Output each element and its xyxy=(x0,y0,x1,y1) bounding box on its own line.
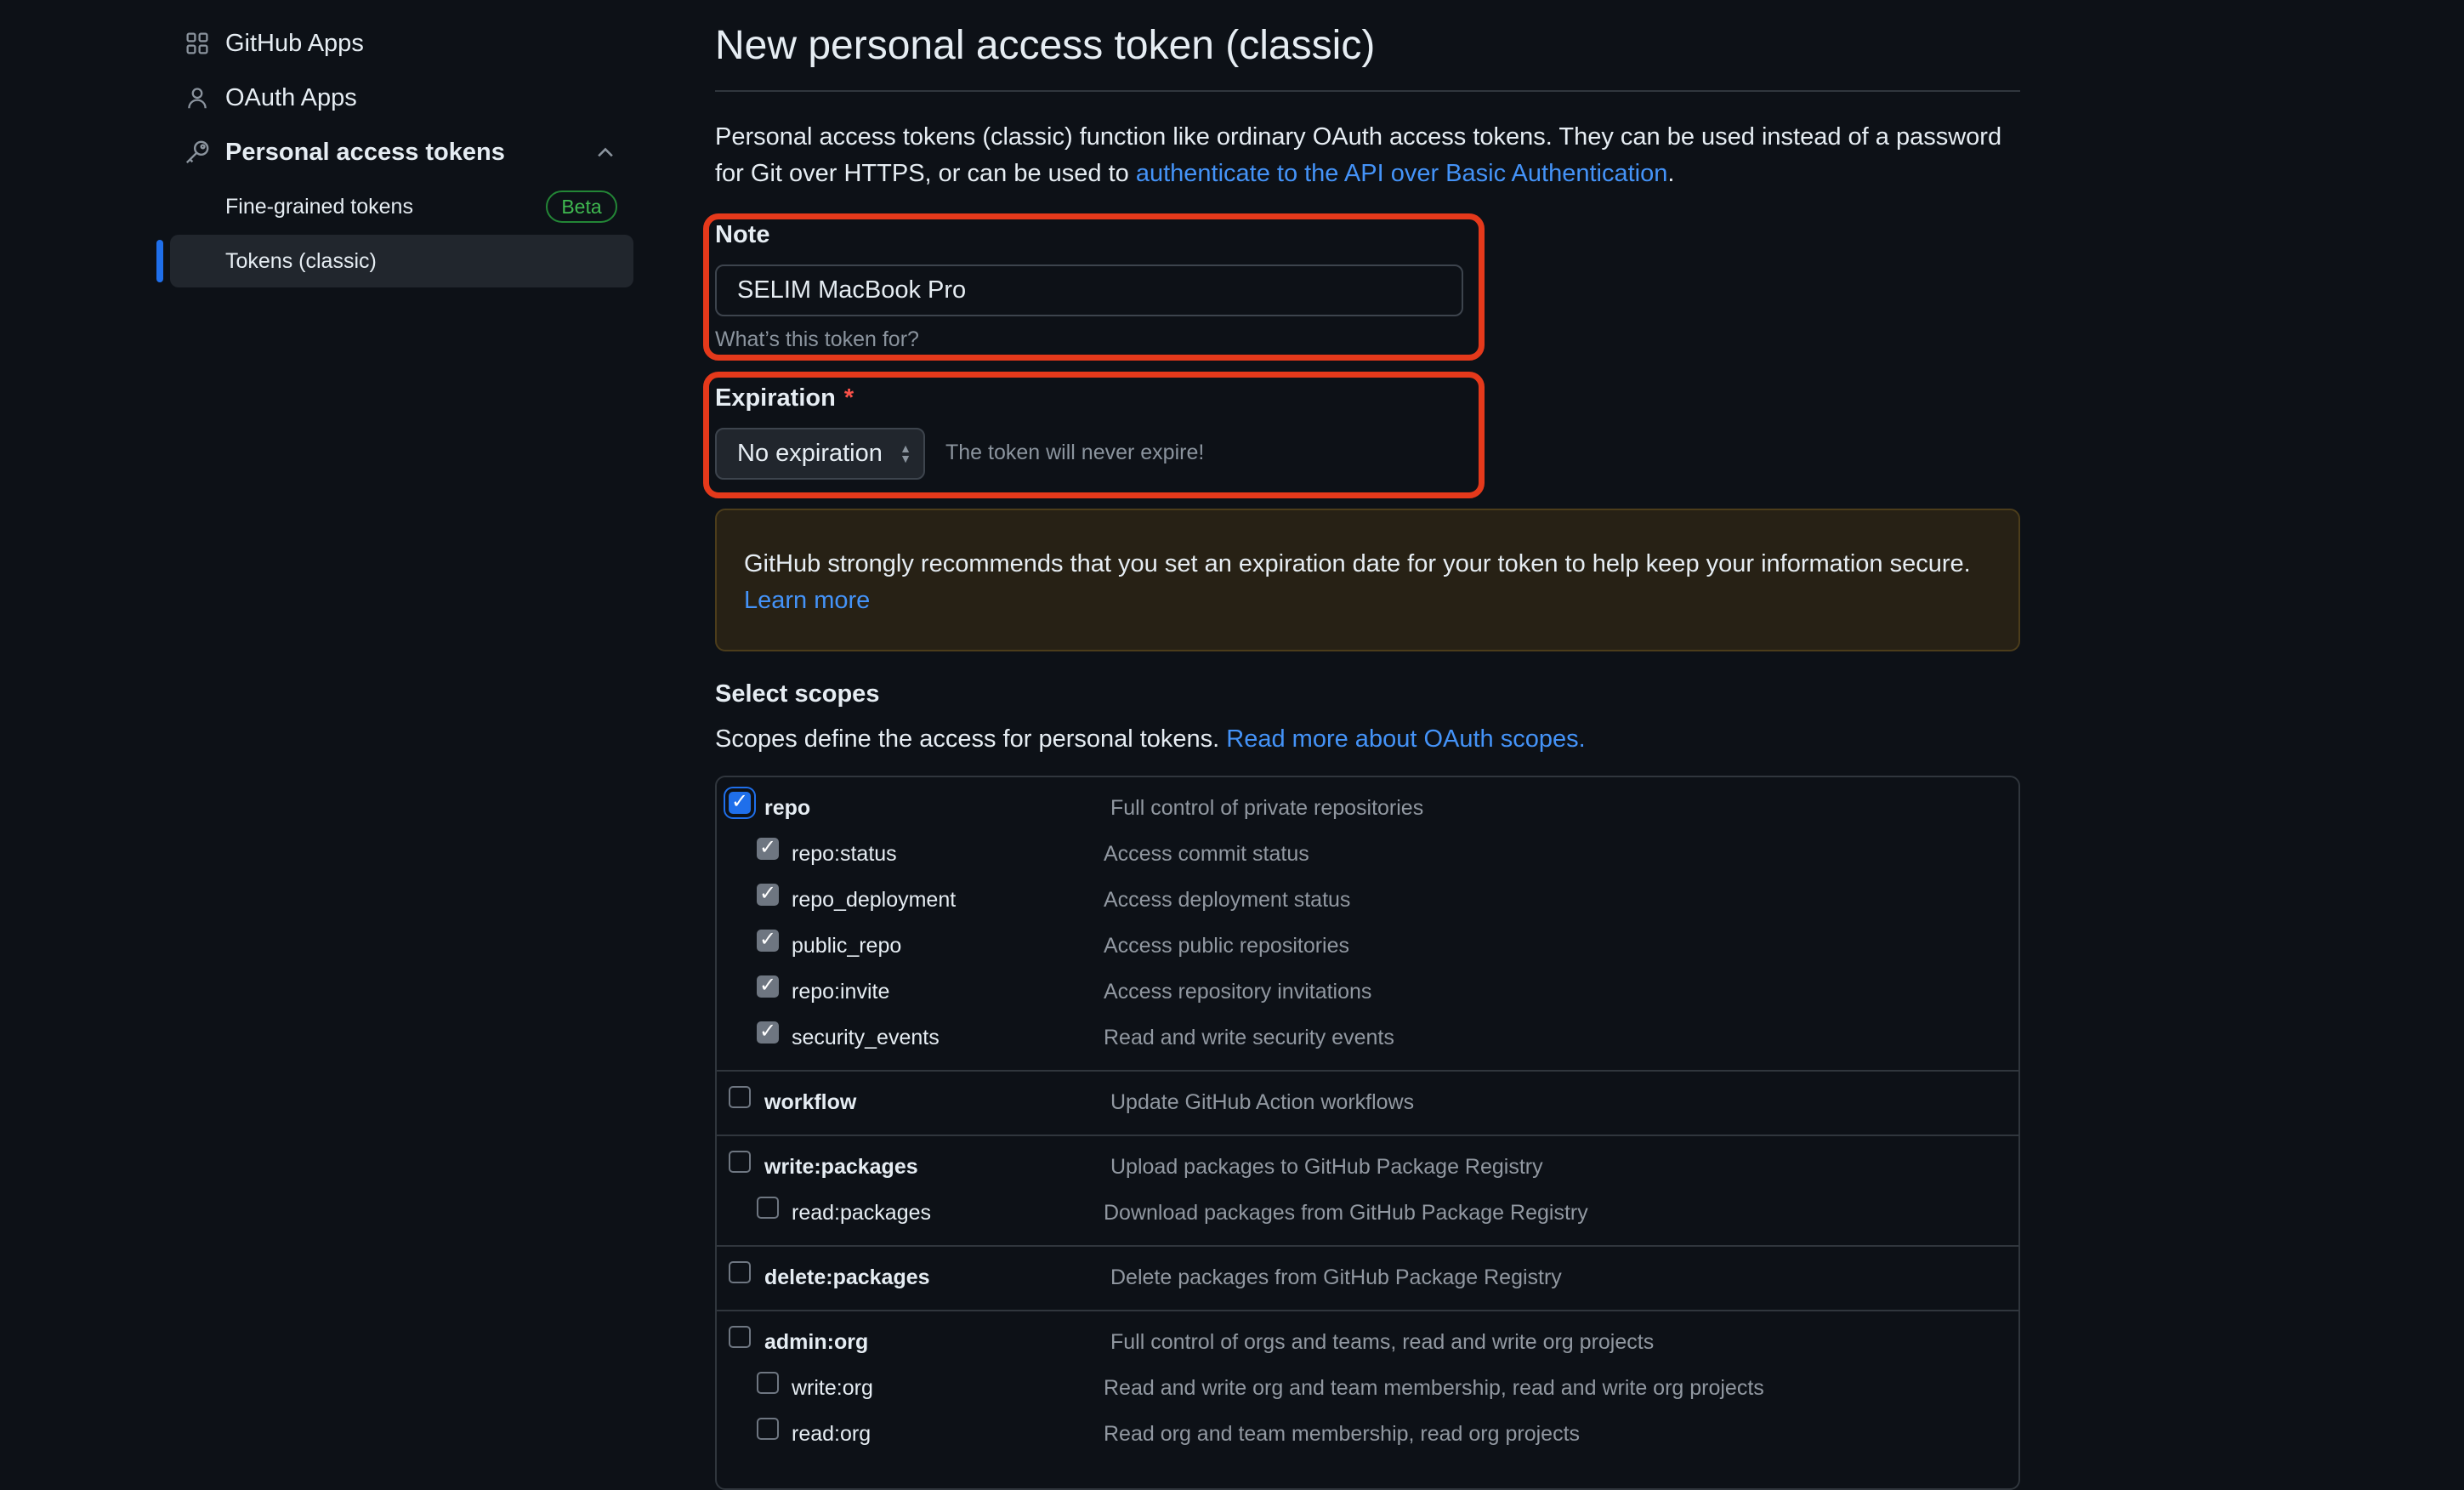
note-hint: What’s this token for? xyxy=(715,327,919,351)
scope-checkbox-write-packages[interactable] xyxy=(729,1151,751,1173)
scope-name[interactable]: repo:status xyxy=(792,842,897,867)
expiration-label-text: Expiration xyxy=(715,384,836,412)
scope-description: Access public repositories xyxy=(1104,934,1350,958)
sidebar-item-github-apps[interactable]: GitHub Apps xyxy=(0,20,646,67)
expiration-selected-value: No expiration xyxy=(737,440,883,467)
beta-badge: Beta xyxy=(546,191,617,223)
expiration-warning: GitHub strongly recommends that you set … xyxy=(715,509,2020,651)
divider xyxy=(715,1245,2020,1247)
scope-checkbox-repo-invite[interactable]: ✓ xyxy=(757,973,779,998)
scope-description: Update GitHub Action workflows xyxy=(1110,1090,1415,1114)
scope-checkbox-security-events[interactable]: ✓ xyxy=(757,1019,779,1044)
expiration-hint: The token will never expire! xyxy=(945,441,1205,464)
scope-checkbox-repo-deployment[interactable]: ✓ xyxy=(757,881,779,906)
warning-text: GitHub strongly recommends that you set … xyxy=(744,550,1971,577)
scope-description: Access commit status xyxy=(1104,842,1309,866)
settings-sidebar: GitHub Apps OAuth Apps Personal access t… xyxy=(0,0,646,1466)
scope-description: Full control of private repositories xyxy=(1110,796,1424,820)
learn-more-link[interactable]: Learn more xyxy=(744,587,870,614)
checkmark-icon: ✓ xyxy=(759,881,777,905)
sidebar-item-label: Personal access tokens xyxy=(225,138,505,166)
sidebar-item-label: Tokens (classic) xyxy=(225,248,377,273)
scope-description: Access repository invitations xyxy=(1104,980,1372,1004)
scope-description: Read and write security events xyxy=(1104,1026,1394,1049)
scope-checkbox-public-repo[interactable]: ✓ xyxy=(757,927,779,952)
scope-description: Full control of orgs and teams, read and… xyxy=(1110,1330,1655,1354)
scope-description: Access deployment status xyxy=(1104,888,1351,912)
scope-checkbox-repo[interactable]: ✓ xyxy=(729,789,751,814)
scope-name[interactable]: repo:invite xyxy=(792,980,889,1004)
person-icon xyxy=(184,84,211,111)
chevron-up-icon[interactable] xyxy=(593,140,617,171)
key-icon xyxy=(184,139,211,166)
intro-text: Personal access tokens (classic) functio… xyxy=(715,119,2024,192)
scope-checkbox-write-org[interactable] xyxy=(757,1372,779,1394)
scope-checkbox-read-org[interactable] xyxy=(757,1418,779,1440)
expiration-label: Expiration * xyxy=(715,384,854,412)
checkmark-icon: ✓ xyxy=(759,973,777,997)
checkmark-icon: ✓ xyxy=(759,835,777,859)
divider xyxy=(715,1135,2020,1136)
scopes-description: Scopes define the access for personal to… xyxy=(715,725,1586,754)
scope-name[interactable]: repo xyxy=(764,796,810,821)
scope-description: Download packages from GitHub Package Re… xyxy=(1104,1201,1588,1225)
scope-checkbox-delete-packages[interactable] xyxy=(729,1261,751,1283)
scope-name[interactable]: read:packages xyxy=(792,1201,931,1226)
scope-name[interactable]: repo_deployment xyxy=(792,888,956,913)
scope-name[interactable]: read:org xyxy=(792,1422,871,1447)
oauth-scopes-link[interactable]: Read more about OAuth scopes. xyxy=(1226,725,1585,753)
divider xyxy=(715,1310,2020,1311)
scope-description: Read org and team membership, read org p… xyxy=(1104,1422,1581,1446)
checkmark-icon: ✓ xyxy=(759,927,777,951)
select-caret-icon: ▲ ▼ xyxy=(900,441,911,465)
scope-name[interactable]: security_events xyxy=(792,1026,940,1050)
note-input[interactable] xyxy=(715,264,1463,316)
scope-checkbox-admin-org[interactable] xyxy=(729,1326,751,1348)
page-title: New personal access token (classic) xyxy=(715,23,1376,68)
sidebar-item-tokens-classic[interactable]: Tokens (classic) xyxy=(170,235,633,287)
sidebar-item-personal-access-tokens[interactable]: Personal access tokens xyxy=(0,128,646,176)
scope-checkbox-repo-status[interactable]: ✓ xyxy=(757,835,779,860)
scope-name[interactable]: admin:org xyxy=(764,1330,868,1355)
basic-auth-link[interactable]: authenticate to the API over Basic Authe… xyxy=(1136,160,1668,187)
scope-description: Read and write org and team membership, … xyxy=(1104,1376,1764,1400)
note-label: Note xyxy=(715,221,770,248)
scope-checkbox-read-packages[interactable] xyxy=(757,1197,779,1219)
sidebar-item-label: Fine-grained tokens xyxy=(225,194,413,219)
checkmark-icon: ✓ xyxy=(759,1019,777,1043)
select-scopes-heading: Select scopes xyxy=(715,680,880,708)
scope-description: Delete packages from GitHub Package Regi… xyxy=(1110,1265,1562,1289)
scope-checkbox-workflow[interactable] xyxy=(729,1086,751,1108)
sidebar-item-label: GitHub Apps xyxy=(225,29,364,57)
scope-name[interactable]: public_repo xyxy=(792,934,901,958)
required-mark: * xyxy=(843,384,854,412)
scope-name[interactable]: workflow xyxy=(764,1090,856,1115)
expiration-select[interactable]: No expiration ▲ ▼ xyxy=(715,428,925,480)
scope-description: Upload packages to GitHub Package Regist… xyxy=(1110,1155,1543,1179)
scope-name[interactable]: write:packages xyxy=(764,1155,918,1180)
checkmark-icon: ✓ xyxy=(731,789,749,813)
sidebar-item-oauth-apps[interactable]: OAuth Apps xyxy=(0,74,646,122)
apps-grid-icon xyxy=(184,30,211,57)
scope-name[interactable]: delete:packages xyxy=(764,1265,930,1290)
divider xyxy=(715,1070,2020,1072)
divider xyxy=(715,90,2020,92)
scope-name[interactable]: write:org xyxy=(792,1376,873,1401)
sidebar-item-label: OAuth Apps xyxy=(225,83,357,111)
intro-text-end: . xyxy=(1667,160,1675,187)
scopes-description-text: Scopes define the access for personal to… xyxy=(715,725,1227,753)
active-indicator xyxy=(156,240,163,282)
